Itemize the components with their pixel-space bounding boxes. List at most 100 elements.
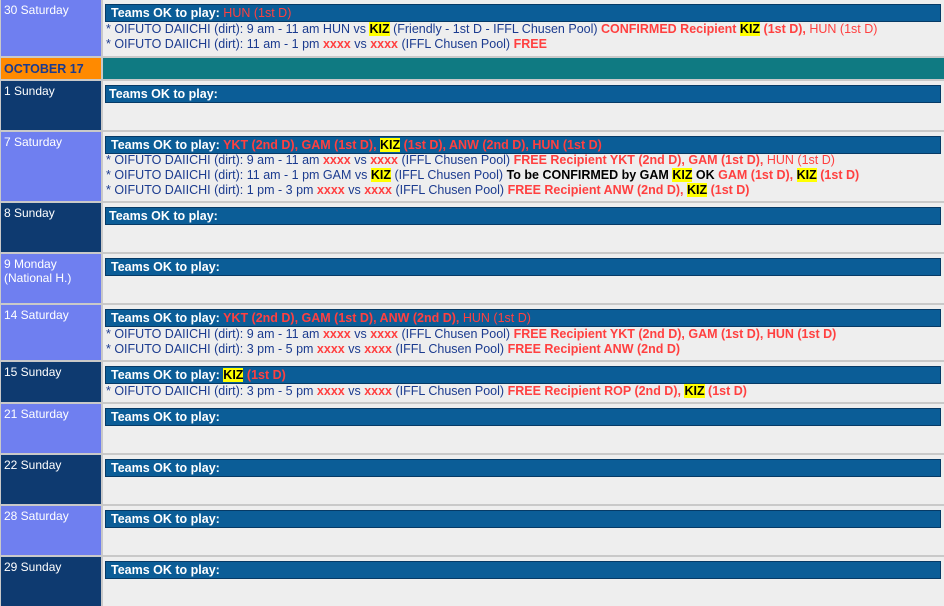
day-content: Teams OK to play:: [103, 254, 944, 303]
game-line: * OIFUTO DAIICHI (dirt): 3 pm - 5 pm xxx…: [106, 384, 747, 399]
teams-ok-label: Teams OK to play:: [111, 461, 220, 475]
teams-ok-label: Teams OK to play:: [111, 6, 220, 20]
day-label: 28 Saturday: [1, 506, 101, 555]
day-row: 8 Sunday Teams OK to play:: [0, 203, 944, 252]
game-line: * OIFUTO DAIICHI (dirt): 11 am - 1 pm xx…: [106, 37, 547, 52]
teams-ok-bar: Teams OK to play: YKT (2nd D), GAM (1st …: [105, 309, 941, 327]
day-row: 7 Saturday Teams OK to play: YKT (2nd D)…: [0, 132, 944, 201]
status-text: FREE Recipient YKT (2nd D), GAM (1st D),…: [513, 327, 837, 341]
status-text: (1st D),: [760, 22, 806, 36]
teams-ok-list: HUN (1st D): [459, 311, 531, 325]
game-text: (IFFL Chusen Pool): [392, 183, 508, 197]
day-row: 1 Sunday Teams OK to play:: [0, 81, 944, 130]
team-highlight: KIZ: [684, 384, 705, 398]
team-placeholder: xxxx: [370, 327, 399, 341]
game-line: * OIFUTO DAIICHI (dirt): 3 pm - 5 pm xxx…: [106, 342, 680, 357]
day-row: 14 Saturday Teams OK to play: YKT (2nd D…: [0, 305, 944, 360]
teams-ok-bar: Teams OK to play:: [105, 510, 941, 528]
game-text: (IFFL Chusen Pool): [398, 37, 514, 51]
day-content: Teams OK to play:: [103, 81, 944, 130]
teams-ok-bar: Teams OK to play: KIZ (1st D): [105, 366, 941, 384]
game-text: * OIFUTO DAIICHI (dirt): 3 pm - 5 pm: [106, 384, 317, 398]
team-placeholder: xxxx: [316, 183, 345, 197]
month-bar: [103, 58, 944, 79]
game-line: * OIFUTO DAIICHI (dirt): 9 am - 11 am xx…: [106, 327, 836, 342]
game-text: (Friendly - 1st D - IFFL Chusen Pool): [389, 22, 602, 36]
teams-ok-label: Teams OK to play:: [111, 311, 224, 325]
status-text: (1st D): [707, 183, 750, 197]
day-label: 29 Sunday: [1, 557, 101, 606]
team-placeholder: xxxx: [370, 153, 399, 167]
game-text: vs: [344, 183, 365, 197]
day-content: Teams OK to play:: [103, 455, 944, 504]
teams-ok-bar: Teams OK to play:: [105, 207, 941, 225]
day-content: Teams OK to play: HUN (1st D) * OIFUTO D…: [103, 0, 944, 56]
game-text: * OIFUTO DAIICHI (dirt): 3 pm - 5 pm: [106, 342, 317, 356]
teams-ok-bar: Teams OK to play:: [105, 408, 941, 426]
teams-ok-list: HUN (1st D): [219, 6, 292, 20]
teams-ok-label: Teams OK to play:: [111, 410, 220, 424]
day-content: Teams OK to play:: [103, 557, 944, 606]
game-text: vs: [344, 342, 365, 356]
teams-ok-label: Teams OK to play:: [111, 563, 220, 577]
game-text: vs: [350, 327, 371, 341]
teams-ok-label: Teams OK to play:: [109, 87, 218, 101]
status-text: HUN (1st D): [763, 153, 835, 167]
teams-ok-bar: Teams OK to play: HUN (1st D): [105, 4, 941, 22]
teams-ok-bar: Teams OK to play:: [105, 459, 941, 477]
game-text: (IFFL Chusen Pool): [398, 327, 514, 341]
status-text: (1st D): [816, 168, 860, 182]
day-row: 9 Monday (National H.) Teams OK to play:: [0, 254, 944, 303]
day-label: 22 Sunday: [1, 455, 101, 504]
day-label: 14 Saturday: [1, 305, 101, 360]
day-label-note: (National H.): [4, 271, 72, 285]
status-text: FREE: [513, 37, 547, 51]
status-text: HUN (1st D): [805, 22, 878, 36]
day-label: 15 Sunday: [1, 362, 101, 402]
game-text: vs: [344, 384, 365, 398]
game-text: * OIFUTO DAIICHI (dirt): 9 am - 11 am: [106, 327, 323, 341]
day-row: 30 Saturday Teams OK to play: HUN (1st D…: [0, 0, 944, 56]
teams-ok-label: Teams OK to play:: [109, 209, 218, 223]
team-placeholder: xxxx: [316, 384, 345, 398]
teams-ok-label: Teams OK to play:: [111, 260, 220, 274]
day-label-line: 9 Monday: [4, 257, 57, 271]
teams-ok-label: Teams OK to play:: [111, 368, 224, 382]
team-highlight: KIZ: [380, 138, 401, 152]
status-text: OK: [692, 168, 719, 182]
day-row: 22 Sunday Teams OK to play:: [0, 455, 944, 504]
game-text: * OIFUTO DAIICHI (dirt): 11 am - 1 pm: [106, 37, 323, 51]
teams-ok-bar: Teams OK to play:: [105, 258, 941, 276]
team-placeholder: xxxx: [322, 327, 351, 341]
day-label: 8 Sunday: [1, 203, 101, 252]
day-content: Teams OK to play: YKT (2nd D), GAM (1st …: [103, 132, 944, 201]
day-row: 15 Sunday Teams OK to play: KIZ (1st D) …: [0, 362, 944, 402]
day-row: 28 Saturday Teams OK to play:: [0, 506, 944, 555]
team-highlight: KIZ: [369, 22, 390, 36]
teams-ok-list: YKT (2nd D), GAM (1st D), ANW (2nd D),: [223, 311, 460, 325]
day-label: 1 Sunday: [1, 81, 101, 130]
game-text: vs: [350, 37, 371, 51]
game-line: * OIFUTO DAIICHI (dirt): 11 am - 1 pm GA…: [106, 168, 859, 183]
team-placeholder: xxxx: [364, 183, 392, 197]
team-placeholder: xxxx: [364, 342, 392, 356]
teams-ok-list: (1st D): [243, 368, 286, 382]
month-header-row: OCTOBER 17: [0, 58, 944, 79]
team-highlight: KIZ: [370, 168, 391, 182]
game-text: * OIFUTO DAIICHI (dirt): 9 am - 11 am HU…: [106, 22, 370, 36]
status-text: FREE Recipient ANW (2nd D),: [507, 183, 687, 197]
team-highlight: KIZ: [739, 22, 761, 36]
status-text: To be CONFIRMED by GAM: [506, 168, 673, 182]
status-text: CONFIRMED Recipient: [601, 22, 740, 36]
team-highlight: KIZ: [223, 368, 244, 382]
team-placeholder: xxxx: [322, 37, 351, 51]
teams-ok-bar: Teams OK to play:: [105, 561, 941, 579]
day-label: 7 Saturday: [1, 132, 101, 201]
teams-ok-label: Teams OK to play:: [111, 138, 224, 152]
game-text: * OIFUTO DAIICHI (dirt): 1 pm - 3 pm: [106, 183, 317, 197]
game-line: * OIFUTO DAIICHI (dirt): 9 am - 11 am HU…: [106, 22, 877, 37]
game-line: * OIFUTO DAIICHI (dirt): 1 pm - 3 pm xxx…: [106, 183, 749, 198]
day-label: 9 Monday (National H.): [1, 254, 101, 303]
day-content: Teams OK to play:: [103, 506, 944, 555]
game-line: * OIFUTO DAIICHI (dirt): 9 am - 11 am xx…: [106, 153, 835, 168]
